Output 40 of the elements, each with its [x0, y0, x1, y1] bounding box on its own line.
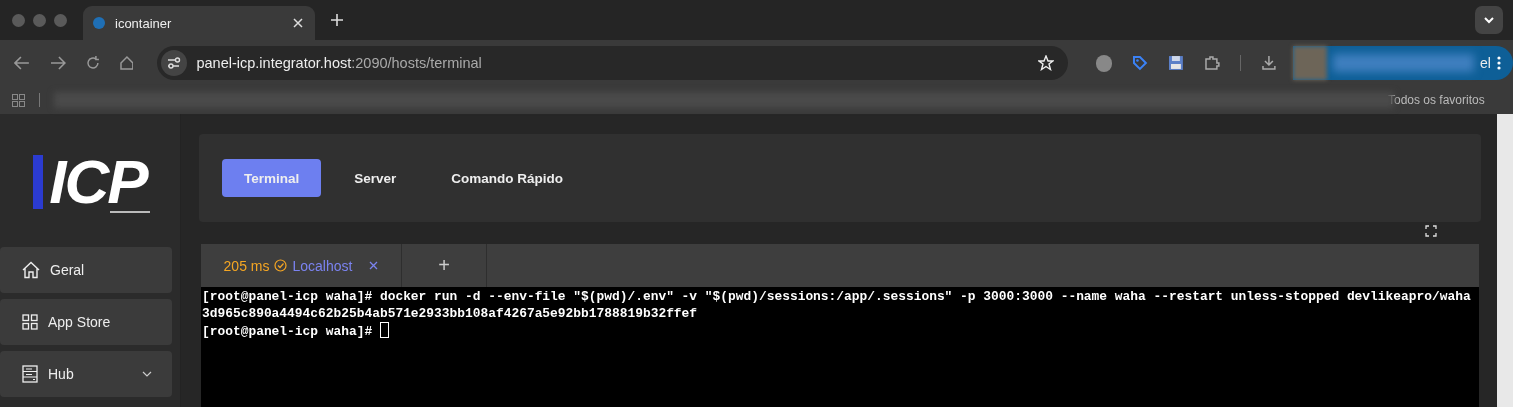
site-settings-icon[interactable]	[161, 50, 188, 76]
logo: ICP	[0, 114, 180, 247]
sidebar-item[interactable]: App Store	[0, 299, 172, 345]
terminal-line: [root@panel-icp waha]# docker run -d --env-file "$(pwd)/.env" -v "$(pwd)/sessions:/app/.sessions" -p 3000:3000 --name waha --restart unless-stopped devlikeapro/waha	[202, 289, 1471, 306]
tab[interactable]: Comando Rápido	[429, 159, 586, 197]
tag-icon[interactable]	[1132, 55, 1149, 71]
terminal-output[interactable]	[201, 287, 1479, 407]
download-icon[interactable]	[1260, 55, 1277, 71]
chevron-down-icon	[1483, 16, 1495, 24]
window-minimize-control[interactable]	[33, 13, 46, 27]
profile-button[interactable]: el	[1292, 46, 1513, 80]
session-name: Localhost	[292, 257, 353, 274]
home-icon	[22, 261, 40, 279]
url-text: panel-icp.integrator.host:2090/hosts/terminal	[196, 55, 482, 71]
apps-grid-icon[interactable]	[12, 93, 25, 107]
puzzle-piece-icon[interactable]	[1204, 55, 1220, 71]
window-close-control[interactable]	[12, 13, 25, 27]
more-menu-icon[interactable]	[1497, 56, 1501, 70]
fullscreen-icon[interactable]	[1425, 225, 1437, 237]
window-zoom-control[interactable]	[54, 13, 67, 27]
scrollbar[interactable]	[1497, 114, 1513, 407]
sidebar-item[interactable]: Geral	[0, 247, 172, 293]
back-icon[interactable]	[14, 56, 30, 70]
latency-text: 205 ms	[223, 257, 270, 274]
favicon-icon	[93, 17, 105, 29]
browser-tab[interactable]: icontainer	[83, 6, 315, 40]
reload-icon[interactable]	[85, 56, 100, 70]
grid-icon	[22, 314, 38, 330]
sidebar-item[interactable]: Hub	[0, 351, 172, 397]
bookmark-star-icon[interactable]	[1037, 55, 1054, 71]
tab-search-button[interactable]	[1475, 6, 1503, 34]
new-tab-icon[interactable]	[331, 14, 343, 26]
address-bar[interactable]: panel-icp.integrator.host:2090/hosts/terminal	[157, 46, 1068, 80]
forward-icon[interactable]	[49, 56, 66, 70]
server-icon	[22, 365, 38, 383]
home-icon[interactable]	[119, 56, 134, 70]
tab[interactable]: Server	[332, 159, 419, 197]
extension-icon[interactable]	[1095, 54, 1113, 72]
terminal-line: 3d965c890a4494c62b25b4ab571e2933bb108af4267a5e92bb1788819b32ffef	[202, 305, 698, 322]
terminal-line: [root@panel-icp waha]#	[202, 322, 389, 341]
